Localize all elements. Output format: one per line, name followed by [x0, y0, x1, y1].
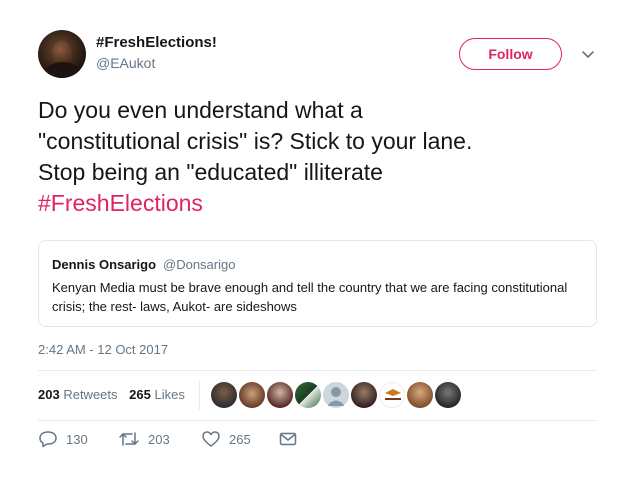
- stat-divider: [199, 380, 200, 410]
- quoted-author-name: Dennis Onsarigo: [52, 257, 157, 272]
- display-name[interactable]: #FreshElections!: [96, 34, 217, 51]
- likes-stat[interactable]: 265 Likes: [129, 387, 185, 402]
- tweet-stats: 203 Retweets 265 Likes: [38, 387, 185, 402]
- reply-icon: [39, 431, 57, 448]
- like-action[interactable]: 265: [201, 430, 251, 448]
- tweet-text-line: Do you even understand what a: [38, 97, 363, 123]
- tweet-text-line: "constitutional crisis" is? Stick to you…: [38, 128, 473, 154]
- quoted-tweet-text: Kenyan Media must be brave enough and te…: [52, 280, 568, 314]
- hashtag-link[interactable]: #FreshElections: [38, 188, 608, 219]
- liker-avatar[interactable]: [407, 382, 433, 408]
- liker-avatar[interactable]: [239, 382, 265, 408]
- liker-avatar[interactable]: [435, 382, 461, 408]
- timestamp[interactable]: 2:42 AM - 12 Oct 2017: [38, 342, 168, 357]
- retweet-count: 203: [148, 431, 170, 447]
- retweets-label: Retweets: [63, 387, 118, 402]
- user-handle[interactable]: @EAukot: [96, 55, 155, 71]
- avatar-body: [44, 62, 82, 78]
- default-user-icon: [327, 387, 345, 406]
- heart-icon: [202, 431, 220, 447]
- liker-avatar[interactable]: [267, 382, 293, 408]
- like-count: 265: [229, 431, 251, 447]
- quoted-author-handle: @Donsarigo: [163, 257, 236, 272]
- envelope-icon: [279, 432, 297, 446]
- tweet-text: Do you even understand what a "constitut…: [38, 95, 608, 219]
- liker-avatar[interactable]: [351, 382, 377, 408]
- logo-icon: [385, 389, 401, 400]
- default-avatar[interactable]: [323, 382, 349, 408]
- divider: [38, 420, 597, 421]
- chevron-down-icon[interactable]: [580, 46, 596, 62]
- follow-button[interactable]: Follow: [459, 38, 562, 70]
- retweets-stat[interactable]: 203 Retweets: [38, 387, 118, 402]
- likes-label: Likes: [154, 387, 185, 402]
- reply-count: 130: [66, 431, 88, 447]
- retweet-action[interactable]: 203: [118, 430, 170, 448]
- tweet-text-line: Stop being an "educated" illiterate: [38, 159, 383, 185]
- liker-avatar[interactable]: [295, 382, 321, 408]
- retweet-icon: [119, 432, 139, 446]
- direct-message-action[interactable]: [278, 430, 298, 448]
- likes-count: 265: [129, 387, 151, 402]
- retweets-count: 203: [38, 387, 60, 402]
- user-avatar[interactable]: [38, 30, 86, 78]
- liker-avatar[interactable]: [211, 382, 237, 408]
- quoted-tweet[interactable]: Dennis Onsarigo @Donsarigo Kenyan Media …: [38, 240, 597, 327]
- divider: [38, 370, 597, 371]
- reply-action[interactable]: 130: [38, 430, 88, 448]
- liker-avatar[interactable]: [379, 382, 405, 408]
